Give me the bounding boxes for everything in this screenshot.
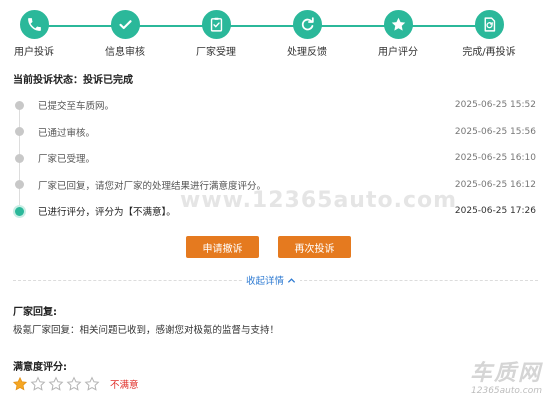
- logo-main: 车质网: [469, 361, 542, 386]
- timeline-item: 已通过审核。 2025-06-25 15:56: [13, 119, 538, 146]
- clipboard-icon: [201, 10, 231, 39]
- timeline-text: 已进行评分，评分为【不满意】。: [38, 207, 176, 219]
- timeline-item: 已提交至车质网。 2025-06-25 15:52: [13, 92, 538, 119]
- timeline-text: 已提交至车质网。: [38, 101, 115, 113]
- timeline-dot: [15, 127, 24, 137]
- withdraw-complaint-button[interactable]: 申请撤诉: [186, 236, 259, 258]
- timeline-text: 已通过审核。: [38, 127, 96, 139]
- timeline-dot: [15, 153, 24, 163]
- step-label: 信息审核: [105, 47, 145, 58]
- step-label: 用户投诉: [14, 47, 54, 58]
- timeline-text: 厂家已受理。: [38, 154, 96, 166]
- star-empty-icon: [48, 376, 64, 391]
- step-label: 完成/再投诉: [462, 47, 516, 58]
- star-icon: [383, 10, 413, 39]
- complaint-status: 当前投诉状态：投诉已完成: [13, 75, 133, 86]
- step-label: 厂家受理: [196, 47, 236, 58]
- timeline-dot: [15, 180, 24, 190]
- step-manufacturer-accept: 厂家受理: [170, 10, 262, 58]
- timeline-time: 2025-06-25 16:12: [454, 179, 536, 190]
- recomplain-button[interactable]: 再次投诉: [278, 236, 351, 258]
- timeline-item: 厂家已受理。 2025-06-25 16:10: [13, 145, 538, 172]
- star-filled-icon: [12, 376, 28, 391]
- timeline-time: 2025-06-25 15:56: [454, 126, 536, 137]
- chevron-up-icon: [287, 277, 296, 283]
- check-icon: [110, 10, 140, 39]
- step-label: 用户评分: [378, 47, 418, 58]
- watermark: www.12365auto.com: [180, 188, 458, 213]
- step-user-complaint: 用户投诉: [0, 10, 80, 58]
- refresh-icon: [292, 10, 322, 39]
- reply-text: 极氪厂家回复：相关问题已收到，感谢您对极氪的监督与支持！: [13, 325, 280, 336]
- phone-icon: [19, 10, 49, 39]
- collapse-label: 收起详情: [246, 276, 285, 287]
- step-feedback: 处理反馈: [261, 10, 353, 58]
- star-empty-icon: [84, 376, 100, 391]
- timeline-dot: [15, 100, 24, 110]
- collapse-details: 收起详情: [0, 268, 550, 287]
- document-icon: [474, 10, 504, 39]
- step-user-rating: 用户评分: [352, 10, 444, 58]
- step-label: 处理反馈: [287, 47, 327, 58]
- reply-title: 厂家回复:: [13, 307, 57, 318]
- satisfaction-rating: 不满意: [12, 376, 139, 392]
- site-logo: 车质网 12365auto.com: [469, 361, 542, 397]
- step-complete-recomplain: 完成/再投诉: [443, 10, 535, 58]
- rating-text: 不满意: [110, 380, 139, 391]
- timeline-time: 2025-06-25 17:26: [454, 206, 536, 217]
- progress-steps: 用户投诉 信息审核 厂家受理 处理反馈 用户评分 完成/再投诉: [0, 10, 550, 60]
- rating-title: 满意度评分:: [13, 362, 67, 373]
- collapse-details-link[interactable]: 收起详情: [242, 273, 301, 287]
- timeline-time: 2025-06-25 15:52: [454, 100, 536, 111]
- timeline-time: 2025-06-25 16:10: [454, 153, 536, 164]
- star-empty-icon: [66, 376, 82, 391]
- timeline-dot-active: [15, 206, 24, 216]
- logo-url: 12365auto.com: [471, 386, 542, 396]
- step-info-review: 信息审核: [79, 10, 171, 58]
- star-empty-icon: [30, 376, 46, 391]
